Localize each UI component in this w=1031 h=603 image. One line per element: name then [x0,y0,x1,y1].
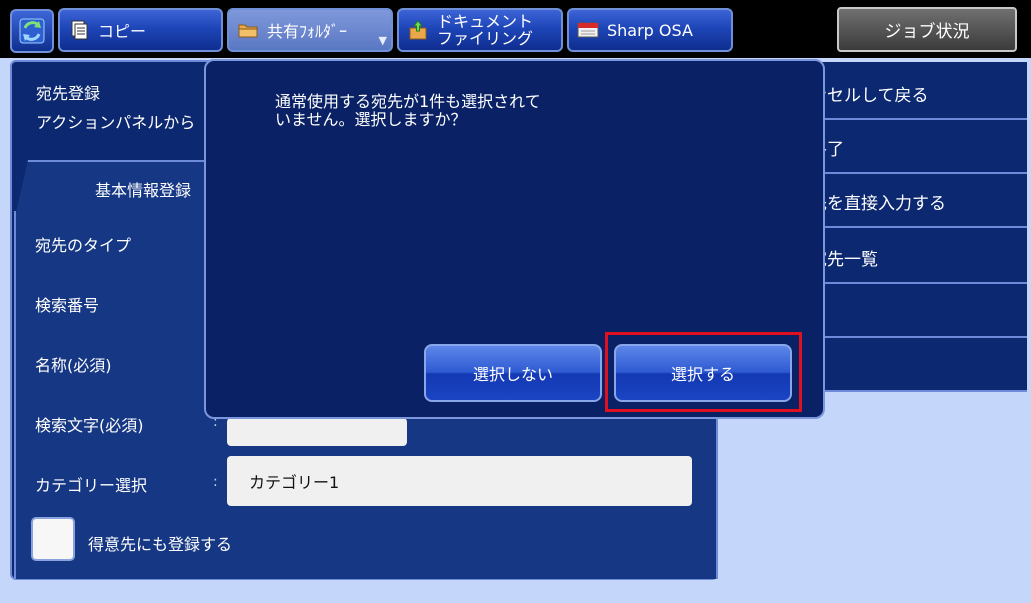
colon-separator: : [213,474,218,490]
tab-document-filing-line2: ファイリング [437,29,534,48]
tab-sharp-osa-label: Sharp OSA [607,20,693,40]
dropdown-triangle-icon: ▼ [378,34,387,47]
category-label: カテゴリー選択 [35,476,148,495]
category-value: カテゴリー1 [249,473,340,492]
tab-document-filing-label: ドキュメント ファイリング [437,13,533,47]
action-cancel-back-label: ンセルして戻る [810,85,929,106]
tab-document-filing[interactable]: ドキュメント ファイリング [397,8,563,52]
document-filing-icon [409,20,427,40]
search-char-field[interactable] [227,418,407,446]
do-not-select-button[interactable]: 選択しない [424,344,602,402]
favorite-checkbox-label: 得意先にも登録する [88,535,233,554]
refresh-arrows-icon [19,18,45,44]
dialog-message: 通常使用する宛先が1件も選択されて いません。選択しますか？ [275,92,541,129]
destination-type-label: 宛先のタイプ [35,236,132,255]
folder-icon [238,24,258,38]
tab-basic-info-label: 基本情報登録 [95,181,192,200]
name-label: 名称(必須) [35,356,112,375]
top-bar: コピー 共有ﾌｫﾙﾀﾞｰ ▼ ドキュメント ファイリング Sharp OSA ジ… [0,0,1031,58]
favorite-checkbox[interactable] [31,517,75,561]
search-number-label: 検索番号 [35,296,100,315]
category-select[interactable]: カテゴリー1 [227,456,692,506]
job-status-button[interactable]: ジョブ状況 [837,7,1017,52]
panel-title: 宛先登録 [36,84,101,103]
tab-copy[interactable]: コピー [58,8,223,52]
tab-copy-label: コピー [98,22,147,41]
tab-sharp-osa[interactable]: Sharp OSA [567,8,733,52]
select-button-highlight [605,332,802,412]
copy-document-icon [71,20,88,40]
action-direct-input-label: 先を直接入力する [810,193,946,214]
do-not-select-label: 選択しない [472,365,553,384]
tab-shared-folder-label: 共有ﾌｫﾙﾀﾞｰ [267,22,348,41]
osa-icon [577,22,599,38]
search-char-label: 検索文字(必須) [35,416,144,435]
tab-shared-folder[interactable]: 共有ﾌｫﾙﾀﾞｰ ▼ [227,8,393,52]
job-status-label: ジョブ状況 [884,22,970,42]
tab-document-filing-line1: ドキュメント [437,12,534,31]
panel-subtitle: アクションパネルから [36,113,196,132]
home-button[interactable] [10,9,54,53]
